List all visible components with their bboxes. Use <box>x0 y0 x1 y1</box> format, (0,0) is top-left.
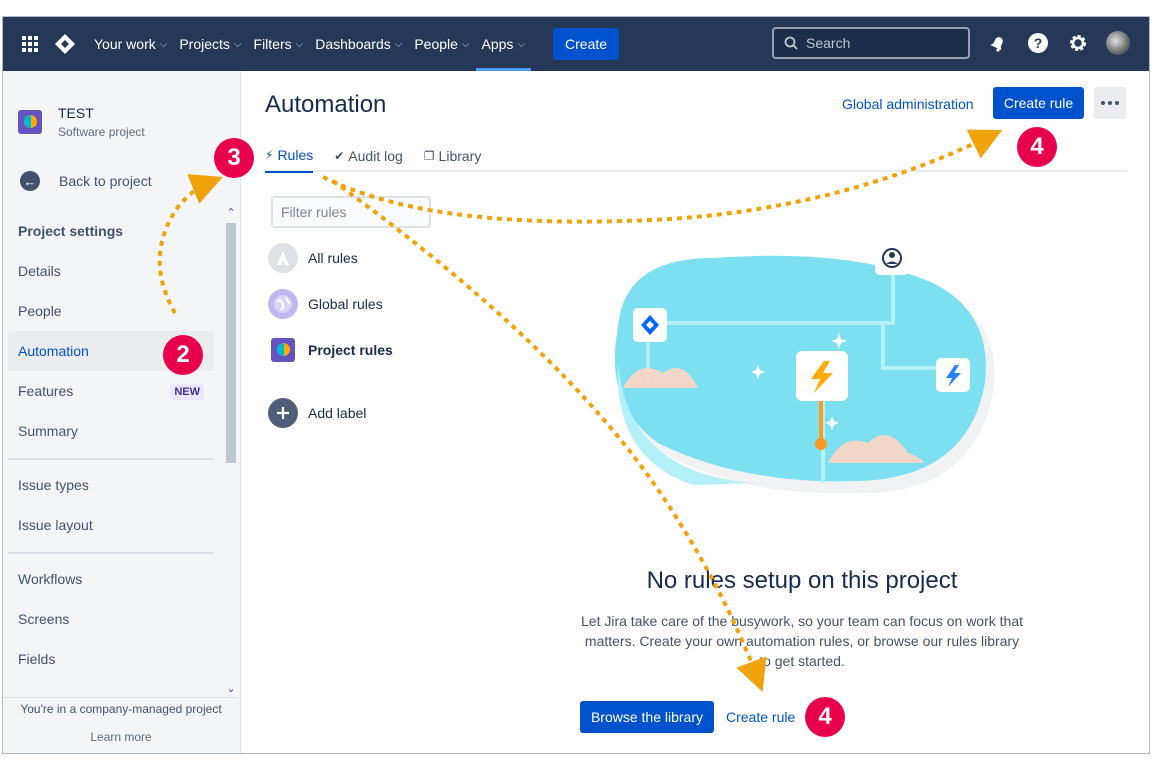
rule-category-global[interactable]: Global rules <box>268 289 383 319</box>
nav-filters[interactable]: Filters ⌵ <box>248 17 310 71</box>
tab-library[interactable]: ❐ Library <box>424 147 482 173</box>
project-settings-heading: Project settings <box>18 223 124 239</box>
sidebar-item-fields[interactable]: Fields <box>8 639 214 679</box>
search-input[interactable]: Search <box>772 27 970 59</box>
globe-icon <box>268 289 298 319</box>
automation-illustration <box>614 241 995 494</box>
plus-icon <box>268 398 298 428</box>
chevron-down-icon: ⌵ <box>461 38 470 50</box>
chevron-down-icon: ⌵ <box>159 38 168 50</box>
chevron-up-icon[interactable]: ⌃ <box>225 207 237 219</box>
new-badge: NEW <box>170 384 204 400</box>
nav-apps[interactable]: Apps ⌵ <box>475 17 532 71</box>
sidebar-item-issue-layout[interactable]: Issue layout <box>8 505 214 545</box>
settings-gear-icon[interactable] <box>1065 30 1091 56</box>
project-name: TEST <box>58 105 94 121</box>
empty-state-title: No rules setup on this project <box>646 567 958 594</box>
global-administration-link[interactable]: Global administration <box>842 96 974 112</box>
step-marker-4-top: 4 <box>1017 127 1057 167</box>
tab-rules[interactable]: ⚡︎ Rules <box>265 147 314 173</box>
rule-category-project[interactable]: Project rules <box>268 335 393 365</box>
sidebar-nav: Project settings Details People Automati… <box>7 209 215 693</box>
back-to-project-link[interactable]: ← Back to project <box>20 171 152 191</box>
chevron-down-icon: ⌵ <box>394 38 403 50</box>
chevron-down-icon[interactable]: ⌄ <box>225 683 237 695</box>
project-avatar-icon <box>18 110 42 134</box>
sidebar-item-workflows[interactable]: Workflows <box>8 559 214 599</box>
atlassian-logo-icon <box>268 243 298 273</box>
check-circle-icon: ✔ <box>334 149 345 163</box>
company-managed-note: You're in a company-managed project <box>20 702 222 716</box>
sidebar-item-people[interactable]: People <box>8 291 214 331</box>
chevron-down-icon: ⌵ <box>233 38 242 50</box>
filter-rules-input[interactable]: Filter rules <box>271 196 431 228</box>
browse-library-button[interactable]: Browse the library <box>580 701 714 733</box>
sidebar-item-details[interactable]: Details <box>8 251 214 291</box>
nav-people[interactable]: People ⌵ <box>408 17 475 71</box>
lightning-icon: ⚡︎ <box>265 148 274 162</box>
sidebar-item-features[interactable]: Features NEW <box>8 371 214 411</box>
sidebar-footer: You're in a company-managed project Lear… <box>3 697 239 744</box>
jira-logo-icon[interactable] <box>54 33 76 55</box>
learn-more-link[interactable]: Learn more <box>3 730 239 744</box>
chevron-down-icon: ⌵ <box>517 38 526 50</box>
nav-projects[interactable]: Projects ⌵ <box>173 17 247 71</box>
project-type: Software project <box>58 125 145 139</box>
sidebar-item-summary[interactable]: Summary <box>8 411 214 451</box>
project-header[interactable]: TEST Software project <box>18 105 145 139</box>
top-navigation: Your work ⌵ Projects ⌵ Filters ⌵ Dashboards… <box>3 17 1149 71</box>
copy-icon: ❐ <box>423 149 435 163</box>
notifications-icon[interactable] <box>985 30 1011 56</box>
sidebar-divider <box>8 552 214 554</box>
search-icon <box>784 36 798 50</box>
app-switcher-icon[interactable] <box>22 36 38 52</box>
sidebar-item-issue-types[interactable]: Issue types <box>8 465 214 505</box>
user-avatar[interactable] <box>1105 30 1131 56</box>
chevron-down-icon: ⌵ <box>295 38 304 50</box>
avatar <box>1106 31 1130 55</box>
step-marker-3: 3 <box>214 138 254 178</box>
nav-your-work[interactable]: Your work ⌵ <box>88 17 173 71</box>
more-actions-button[interactable] <box>1094 87 1126 119</box>
create-rule-button[interactable]: Create rule <box>993 87 1084 119</box>
sidebar-item-screens[interactable]: Screens <box>8 599 214 639</box>
svg-text:?: ? <box>1034 35 1043 51</box>
sidebar-divider <box>8 458 214 460</box>
empty-state-description: Let Jira take care of the busywork, so y… <box>581 613 1023 669</box>
automation-tabs: ⚡︎ Rules ✔ Audit log ❐ Library <box>265 147 502 173</box>
create-rule-link[interactable]: Create rule <box>726 709 795 725</box>
page-title: Automation <box>265 91 387 118</box>
nav-create-button[interactable]: Create <box>553 28 620 60</box>
step-marker-4-bottom: 4 <box>805 697 845 737</box>
tab-audit-log[interactable]: ✔ Audit log <box>334 147 403 173</box>
nav-dashboards[interactable]: Dashboards ⌵ <box>309 17 408 71</box>
add-label-button[interactable]: Add label <box>268 398 366 428</box>
project-avatar-icon <box>268 335 298 365</box>
sidebar-scrollbar[interactable]: ⌃ ⌄ <box>223 205 239 695</box>
arrow-left-icon: ← <box>20 171 40 191</box>
app-window: Your work ⌵ Projects ⌵ Filters ⌵ Dashboards… <box>2 16 1150 754</box>
step-marker-2: 2 <box>163 335 203 375</box>
project-sidebar: TEST Software project ← Back to project … <box>3 71 241 753</box>
help-icon[interactable]: ? <box>1025 30 1051 56</box>
rule-category-all[interactable]: All rules <box>268 243 358 273</box>
more-dots-icon <box>1101 101 1105 105</box>
scrollbar-thumb[interactable] <box>226 223 236 463</box>
